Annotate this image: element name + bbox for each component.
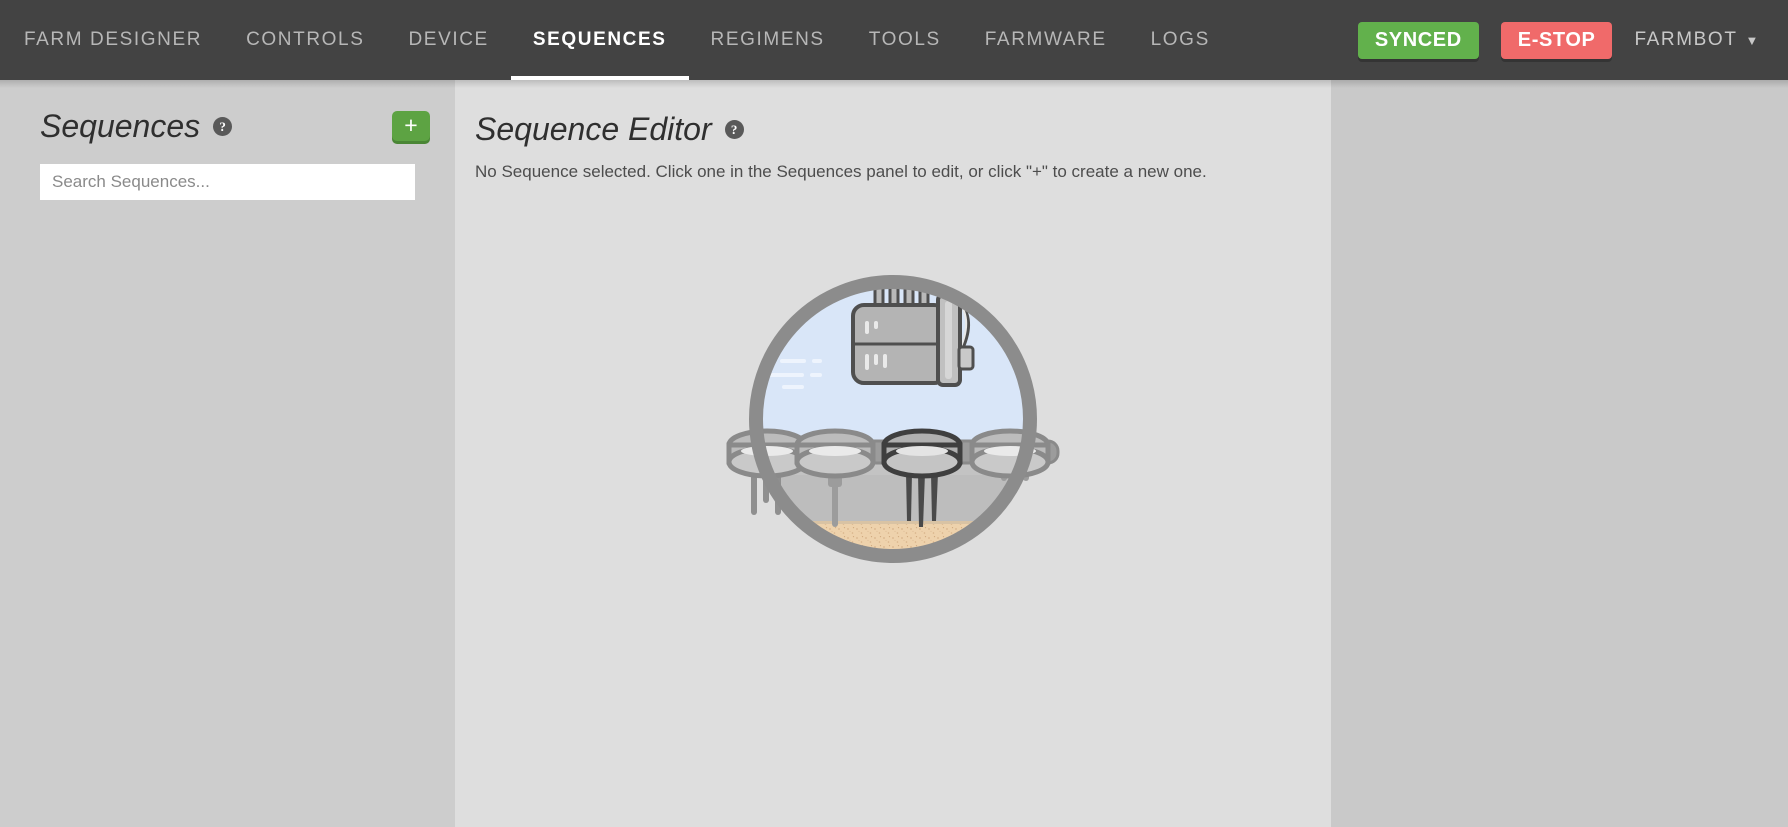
sequence-editor-title: Sequence Editor xyxy=(475,113,712,145)
nav-item-sequences[interactable]: Sequences xyxy=(511,0,689,80)
sync-status-button[interactable]: SYNCED xyxy=(1358,22,1479,59)
nav-item-farmware[interactable]: Farmware xyxy=(963,0,1129,80)
navbar-right-group: SYNCED E-STOP FARMBOT ▼ xyxy=(1358,22,1760,59)
top-navbar: Farm Designer Controls Device Sequences … xyxy=(0,0,1788,80)
illustration-wrapper xyxy=(455,265,1331,573)
account-menu[interactable]: FARMBOT ▼ xyxy=(1634,29,1760,51)
sequences-panel-header: Sequences ? + xyxy=(0,104,455,148)
add-sequence-button[interactable]: + xyxy=(392,111,430,141)
sequence-editor-panel: Sequence Editor ? No Sequence selected. … xyxy=(455,80,1331,827)
help-icon[interactable]: ? xyxy=(725,120,744,139)
primary-navigation: Farm Designer Controls Device Sequences … xyxy=(24,0,1232,80)
nav-item-logs[interactable]: Logs xyxy=(1129,0,1232,80)
emergency-stop-button[interactable]: E-STOP xyxy=(1501,22,1613,59)
nav-item-tools[interactable]: Tools xyxy=(847,0,963,80)
chevron-down-icon: ▼ xyxy=(1746,34,1760,47)
sequences-panel: Sequences ? + xyxy=(0,80,455,827)
empty-state-description: No Sequence selected. Click one in the S… xyxy=(455,152,1331,184)
nav-item-farm-designer[interactable]: Farm Designer xyxy=(24,0,224,80)
tool-slot-4 xyxy=(972,431,1048,481)
help-icon[interactable]: ? xyxy=(213,117,232,136)
farmbot-toolbay-illustration xyxy=(720,265,1066,573)
search-input[interactable] xyxy=(40,164,415,200)
sequence-editor-header: Sequence Editor ? xyxy=(455,106,1331,152)
search-field-wrapper xyxy=(0,148,455,200)
nav-item-device[interactable]: Device xyxy=(386,0,510,80)
page-body: Sequences ? + Sequence Editor ? No Seque… xyxy=(0,80,1788,827)
page-title: Sequences xyxy=(40,110,200,142)
right-empty-column xyxy=(1331,80,1788,827)
account-menu-label: FARMBOT xyxy=(1634,29,1737,51)
nav-item-controls[interactable]: Controls xyxy=(224,0,386,80)
nav-item-regimens[interactable]: Regimens xyxy=(689,0,847,80)
